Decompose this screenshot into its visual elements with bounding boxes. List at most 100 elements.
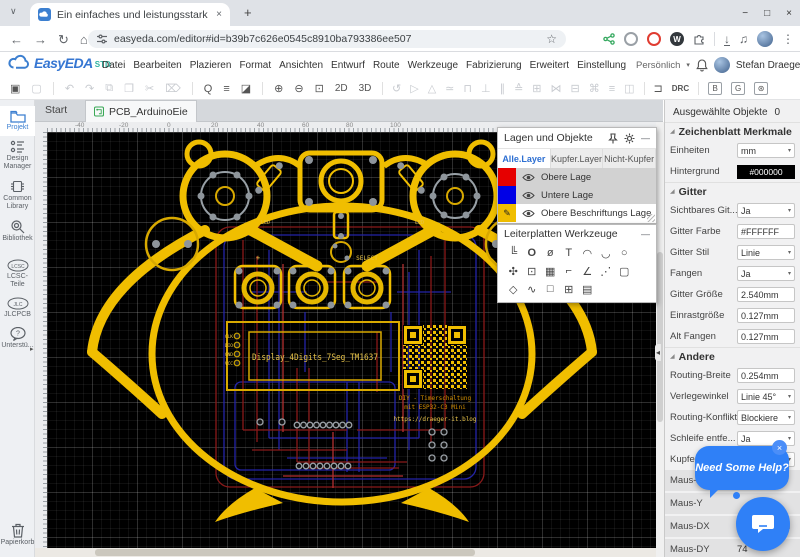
units-select[interactable]: mm▾: [737, 143, 795, 158]
new-tab-button[interactable]: +: [244, 6, 252, 19]
copy-icon[interactable]: ❐: [124, 82, 134, 95]
user-name[interactable]: Stefan Draeger: [736, 60, 800, 71]
netlist-icon[interactable]: ⊐: [654, 82, 663, 95]
minimize-panel-icon[interactable]: —: [641, 230, 650, 239]
user-avatar[interactable]: [714, 57, 730, 73]
easyeda-logo[interactable]: EasyEDA STD: [6, 54, 111, 71]
undo-icon[interactable]: ↶: [65, 82, 74, 95]
browser-tab[interactable]: Ein einfaches und leistungsstark ×: [30, 3, 230, 26]
panel-resize-handle[interactable]: [647, 214, 655, 222]
section-other[interactable]: ◢ Andere: [665, 347, 800, 365]
bell-icon[interactable]: [696, 59, 708, 72]
sidebar-item-projekt[interactable]: Projekt: [0, 106, 35, 136]
tool-arc-icon[interactable]: ◠: [578, 244, 597, 262]
canvas-horizontal-scrollbar[interactable]: [35, 548, 656, 557]
tool-panelize-icon[interactable]: ▤: [578, 280, 597, 298]
minimize-panel-icon[interactable]: —: [641, 134, 650, 143]
layer-color-swatch[interactable]: [498, 168, 516, 186]
panel-collapse-arrow[interactable]: ◂: [655, 344, 661, 361]
pin-icon[interactable]: [608, 133, 618, 144]
tool-drag-icon[interactable]: ✣: [504, 262, 523, 280]
bom-button[interactable]: B: [708, 82, 722, 95]
layer-color-swatch[interactable]: [498, 186, 516, 204]
sidebar-item-trash[interactable]: Papierkorb: [0, 519, 35, 551]
eye-icon[interactable]: [522, 173, 535, 182]
tools-panel-header[interactable]: Leiterplatten Werkzeuge —: [498, 225, 656, 243]
tool-solid-region-icon[interactable]: ◇: [504, 280, 523, 298]
reload-icon[interactable]: ↻: [58, 33, 69, 46]
gear-icon[interactable]: [624, 133, 635, 144]
background-color-swatch[interactable]: #000000: [737, 165, 795, 179]
menu-bearbeiten[interactable]: Bearbeiten: [133, 60, 181, 71]
site-settings-icon[interactable]: [97, 34, 107, 44]
eye-icon[interactable]: [522, 209, 535, 218]
scrollbar-thumb[interactable]: [657, 252, 663, 422]
canvas-vertical-scrollbar[interactable]: [656, 122, 664, 557]
wordpress-extension-icon[interactable]: W: [670, 32, 684, 46]
layer-color-swatch-active[interactable]: ✎: [498, 204, 516, 222]
share-icon[interactable]: [603, 33, 615, 45]
tool-pad-icon[interactable]: O: [523, 244, 542, 262]
snap-size-input[interactable]: 0.127mm: [737, 308, 795, 323]
section-sheet-attributes[interactable]: ◢ Zeichenblatt Merkmale: [665, 122, 800, 140]
menu-plazieren[interactable]: Plazieren: [190, 60, 232, 71]
search-icon[interactable]: Q: [204, 83, 213, 95]
grid-visible-select[interactable]: Ja▾: [737, 203, 795, 218]
tool-arc-center-icon[interactable]: ◡: [597, 244, 616, 262]
tool-text-icon[interactable]: T: [560, 244, 579, 262]
menu-datei[interactable]: Datei: [102, 60, 125, 71]
grid-style-select[interactable]: Linie▾: [737, 245, 795, 260]
menu-entwurf[interactable]: Entwurf: [331, 60, 365, 71]
layers-tab-all[interactable]: Alle.Layer: [498, 149, 551, 168]
menu-format[interactable]: Format: [239, 60, 271, 71]
bookmark-star-icon[interactable]: ☆: [546, 33, 557, 45]
browser-menu-icon[interactable]: ⋮: [782, 33, 794, 45]
routing-conflict-select[interactable]: Blockiere▾: [737, 410, 795, 425]
home-icon[interactable]: ⌂: [80, 33, 88, 46]
layers-panel-header[interactable]: Lagen und Objekte —: [498, 128, 656, 148]
tab-search-icon[interactable]: ∨: [10, 7, 17, 16]
find-similar-icon[interactable]: ≡: [223, 83, 229, 95]
sidebar-collapse-arrow[interactable]: ▸: [30, 345, 34, 353]
view-2d-button[interactable]: 2D: [335, 83, 348, 94]
tool-test-point-icon[interactable]: ∿: [523, 280, 542, 298]
close-button[interactable]: ×: [786, 8, 792, 19]
layers-tab-copper[interactable]: Kupfer.Layer: [551, 149, 604, 168]
zoom-fit-icon[interactable]: ⊡: [315, 82, 324, 95]
sidebar-item-design-manager[interactable]: Design Manager: [0, 136, 35, 175]
back-icon[interactable]: ←: [10, 33, 23, 46]
new-document-icon[interactable]: ▢: [31, 82, 41, 95]
zoom-out-icon[interactable]: ⊖: [294, 82, 303, 95]
scrollbar-thumb[interactable]: [95, 549, 475, 556]
eraser-icon[interactable]: ◪: [241, 82, 251, 95]
snap-select[interactable]: Ja▾: [737, 266, 795, 281]
tool-image-icon[interactable]: ▦: [541, 262, 560, 280]
menu-erweitert[interactable]: Erweitert: [530, 60, 569, 71]
eye-icon[interactable]: [522, 191, 535, 200]
sidebar-item-lcsc[interactable]: LCSC LCSC-Teile: [0, 255, 35, 293]
tool-via-icon[interactable]: ø: [541, 244, 560, 262]
paste-icon[interactable]: ⧉: [105, 82, 113, 95]
extensions-puzzle-icon[interactable]: [693, 33, 705, 45]
menu-einstellung[interactable]: Einstellung: [577, 60, 626, 71]
chat-button[interactable]: [736, 497, 790, 551]
menu-route[interactable]: Route: [373, 60, 400, 71]
save-icon[interactable]: ▣: [10, 82, 20, 95]
delete-icon[interactable]: ⌦: [165, 82, 181, 95]
maximize-button[interactable]: □: [764, 8, 770, 19]
redo-icon[interactable]: ↷: [85, 82, 94, 95]
gerber-button[interactable]: G: [731, 82, 745, 95]
alt-snap-input[interactable]: 0.127mm: [737, 329, 795, 344]
help-bubble-close-icon[interactable]: ×: [772, 440, 787, 455]
zoom-in-icon[interactable]: ⊕: [274, 82, 283, 95]
playlist-icon[interactable]: ♫: [739, 33, 748, 45]
tool-angle-icon[interactable]: ∠: [578, 262, 597, 280]
tool-group-icon[interactable]: ⊞: [560, 280, 579, 298]
tool-measure-icon[interactable]: ⋰: [597, 262, 616, 280]
menu-ansichten[interactable]: Ansichten: [279, 60, 323, 71]
tool-copper-area-icon[interactable]: ▢: [615, 262, 634, 280]
tab-start[interactable]: Start: [45, 104, 67, 116]
tool-rect-icon[interactable]: □: [541, 280, 560, 298]
grid-size-input[interactable]: 2.540mm: [737, 287, 795, 302]
tab-pcb-active[interactable]: PCB_ArduinoEie...: [85, 100, 197, 122]
